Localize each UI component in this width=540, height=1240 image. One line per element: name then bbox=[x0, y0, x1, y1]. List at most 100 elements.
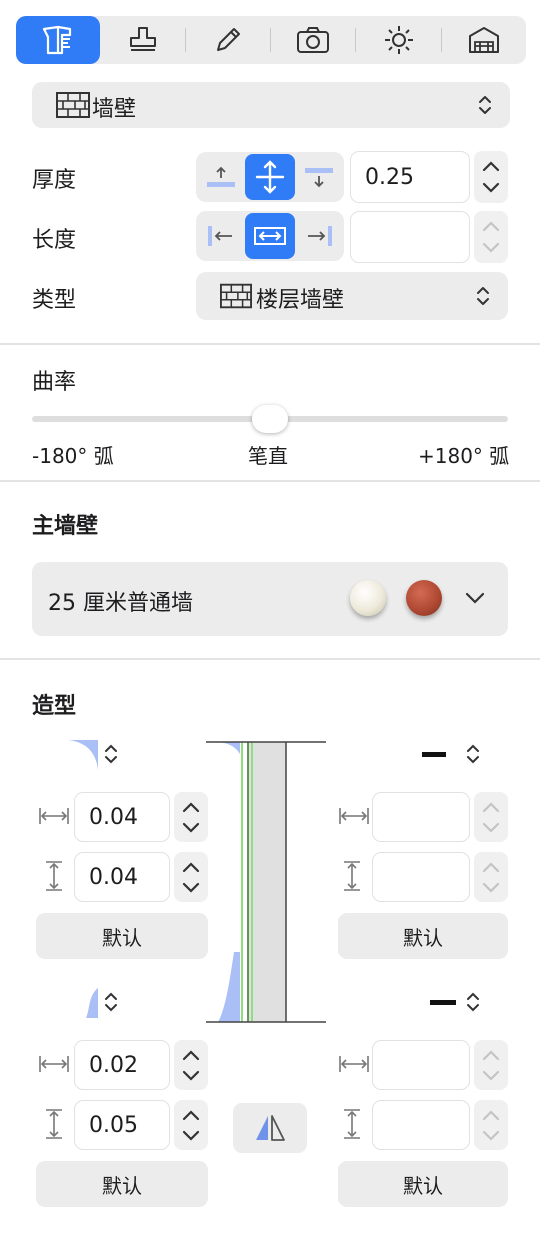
bottom-right-profile-popup[interactable] bbox=[428, 986, 498, 1020]
top-right-profile-popup[interactable] bbox=[420, 738, 490, 772]
brick-wall-icon bbox=[220, 283, 252, 309]
chevron-up-icon bbox=[182, 861, 200, 872]
default-button-label: 默认 bbox=[403, 1173, 443, 1198]
chevron-up-down-icon bbox=[467, 744, 479, 764]
height-dimension-icon bbox=[46, 1109, 62, 1139]
thickness-anchor-segmented bbox=[196, 152, 344, 202]
chevron-up-down-icon bbox=[105, 744, 117, 764]
bottom-right-default-button[interactable]: 默认 bbox=[338, 1161, 508, 1207]
pencil-icon bbox=[216, 28, 240, 51]
tab-pencil[interactable] bbox=[186, 16, 270, 64]
main-wall-heading: 主墙壁 bbox=[32, 514, 99, 539]
chevron-down-icon bbox=[482, 1070, 500, 1081]
anchor-left-icon bbox=[207, 226, 232, 246]
chevron-down-icon bbox=[182, 1070, 200, 1081]
flat-profile-icon bbox=[422, 752, 446, 757]
flip-wall-button[interactable] bbox=[233, 1103, 307, 1153]
top-right-default-button[interactable]: 默认 bbox=[338, 913, 508, 959]
chevron-down-icon bbox=[482, 1130, 500, 1141]
length-field[interactable] bbox=[350, 211, 470, 263]
top-left-profile-popup[interactable] bbox=[66, 738, 126, 772]
curvature-mid-label: 笔直 bbox=[248, 444, 288, 468]
top-left-width-field[interactable]: 0.04 bbox=[74, 792, 170, 842]
bottom-right-height-stepper[interactable] bbox=[474, 1100, 508, 1150]
default-button-label: 默认 bbox=[102, 925, 142, 950]
camera-icon bbox=[297, 27, 330, 53]
anchor-left-option[interactable] bbox=[196, 213, 245, 259]
sun-icon bbox=[384, 26, 413, 54]
object-type-label: 墙壁 bbox=[92, 97, 137, 122]
stamp-icon bbox=[129, 27, 156, 51]
tab-wall-tool[interactable] bbox=[16, 16, 101, 64]
wall-tool-icon bbox=[43, 25, 72, 55]
main-wall-material-popup[interactable]: 25 厘米普通墙 bbox=[32, 562, 508, 636]
top-left-height-field[interactable]: 0.04 bbox=[74, 852, 170, 902]
anchor-right-option[interactable] bbox=[295, 213, 344, 259]
width-dimension-icon bbox=[39, 1056, 69, 1072]
width-dimension-icon bbox=[39, 808, 69, 824]
anchor-both-icon bbox=[253, 227, 286, 245]
top-right-width-field[interactable] bbox=[372, 792, 470, 842]
bottom-right-height-field[interactable] bbox=[372, 1100, 470, 1150]
tab-stamp[interactable] bbox=[100, 16, 184, 64]
type-label: 类型 bbox=[32, 288, 77, 313]
tab-building[interactable] bbox=[442, 16, 526, 64]
anchor-center-icon bbox=[255, 160, 285, 194]
anchor-top-option[interactable] bbox=[196, 154, 245, 200]
length-stepper[interactable] bbox=[474, 211, 508, 263]
chevron-down-icon bbox=[482, 182, 500, 193]
bottom-left-height-field[interactable]: 0.05 bbox=[74, 1100, 170, 1150]
chevron-down-icon bbox=[182, 822, 200, 833]
top-left-width-stepper[interactable] bbox=[174, 792, 208, 842]
brick-wall-icon bbox=[56, 92, 90, 118]
wall-type-value: 楼层墙壁 bbox=[256, 288, 345, 313]
profile-heading: 造型 bbox=[32, 694, 77, 719]
bottom-left-width-stepper[interactable] bbox=[174, 1040, 208, 1090]
top-left-width-value: 0.04 bbox=[89, 804, 138, 830]
curvature-slider-thumb[interactable] bbox=[252, 405, 288, 433]
thickness-label: 厚度 bbox=[32, 168, 77, 193]
thickness-value: 0.25 bbox=[365, 164, 414, 190]
material-swatch-inner[interactable] bbox=[350, 580, 386, 616]
bottom-left-default-button[interactable]: 默认 bbox=[36, 1161, 208, 1207]
top-left-height-stepper[interactable] bbox=[174, 852, 208, 902]
tab-sun[interactable] bbox=[356, 16, 440, 64]
height-dimension-icon bbox=[46, 861, 62, 891]
bottom-right-width-stepper[interactable] bbox=[474, 1040, 508, 1090]
bottom-left-profile-popup[interactable] bbox=[84, 986, 134, 1020]
chevron-up-icon bbox=[182, 1109, 200, 1120]
top-right-height-stepper[interactable] bbox=[474, 852, 508, 902]
anchor-bottom-option[interactable] bbox=[295, 154, 344, 200]
chevron-down-icon bbox=[182, 882, 200, 893]
thickness-field[interactable]: 0.25 bbox=[350, 151, 470, 203]
base-profile-icon bbox=[86, 988, 98, 1018]
anchor-center-option[interactable] bbox=[245, 154, 295, 200]
chevron-up-icon bbox=[482, 161, 500, 172]
section-divider bbox=[0, 343, 540, 345]
object-type-popup[interactable]: 墙壁 bbox=[32, 82, 510, 128]
wall-type-popup[interactable]: 楼层墙壁 bbox=[196, 272, 508, 320]
top-right-width-stepper[interactable] bbox=[474, 792, 508, 842]
default-button-label: 默认 bbox=[403, 925, 443, 950]
chevron-up-down-icon bbox=[105, 992, 117, 1012]
length-label: 长度 bbox=[32, 228, 77, 253]
thickness-stepper[interactable] bbox=[474, 151, 508, 203]
chevron-up-icon bbox=[482, 1049, 500, 1060]
curvature-label: 曲率 bbox=[32, 370, 77, 395]
bottom-left-width-field[interactable]: 0.02 bbox=[74, 1040, 170, 1090]
anchor-right-icon bbox=[308, 226, 333, 246]
bottom-right-width-field[interactable] bbox=[372, 1040, 470, 1090]
anchor-top-icon bbox=[206, 166, 235, 187]
anchor-both-option[interactable] bbox=[245, 213, 295, 259]
chevron-up-icon bbox=[182, 1049, 200, 1060]
tab-camera[interactable] bbox=[271, 16, 355, 64]
anchor-bottom-icon bbox=[305, 168, 334, 188]
top-left-default-button[interactable]: 默认 bbox=[36, 913, 208, 959]
chevron-down-icon bbox=[482, 822, 500, 833]
curvature-min-label: -180° 弧 bbox=[32, 444, 114, 468]
bottom-left-height-stepper[interactable] bbox=[174, 1100, 208, 1150]
material-swatch-outer[interactable] bbox=[406, 580, 442, 616]
top-right-height-field[interactable] bbox=[372, 852, 470, 902]
chevron-down-icon bbox=[482, 882, 500, 893]
bottom-left-width-value: 0.02 bbox=[89, 1052, 138, 1078]
